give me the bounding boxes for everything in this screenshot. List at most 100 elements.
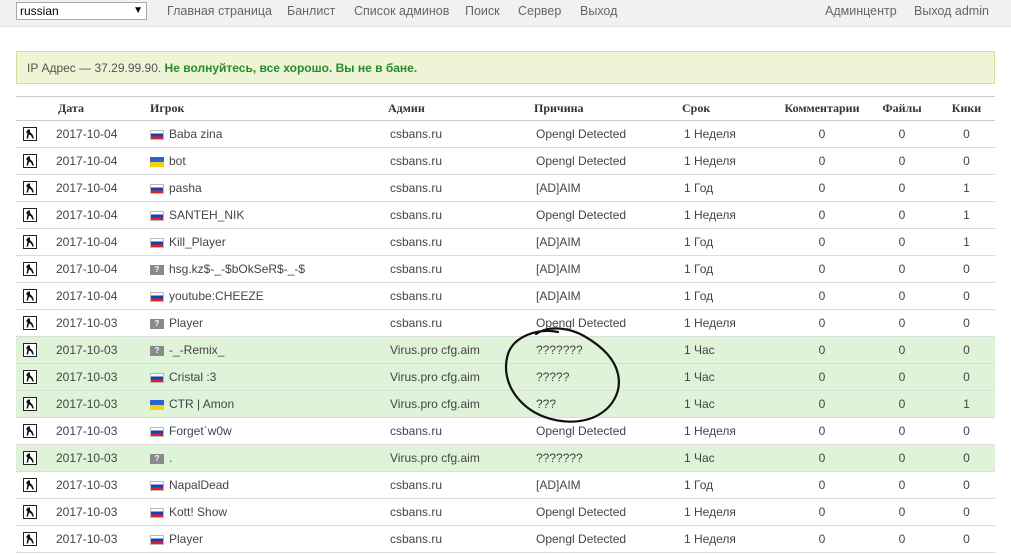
- cell-files: 0: [866, 390, 938, 418]
- nav-link-search[interactable]: Поиск: [465, 4, 500, 18]
- header-comments[interactable]: Комментарии: [778, 96, 866, 121]
- cell-date: 2017-10-03: [54, 471, 150, 499]
- cell-files-text: 0: [898, 208, 906, 222]
- cell-date-text: 2017-10-03: [56, 397, 118, 411]
- cell-comments: 0: [778, 363, 866, 391]
- header-files[interactable]: Файлы: [866, 96, 938, 121]
- cell-files: 0: [866, 417, 938, 445]
- table-row[interactable]: 2017-10-04 SANTEH_NIK csbans.ru Opengl Dete…: [16, 201, 995, 229]
- cell-date: 2017-10-04: [54, 282, 150, 310]
- cell-date: 2017-10-04: [54, 255, 150, 283]
- nav-link-banlist[interactable]: Банлист: [287, 4, 335, 18]
- cell-files: 0: [866, 525, 938, 553]
- cell-player-text: CTR | Amon: [169, 397, 235, 411]
- cell-files: 0: [866, 228, 938, 256]
- counter-strike-icon: [23, 208, 37, 223]
- table-row[interactable]: 2017-10-03?. Virus.pro cfg.aim??????? 1 Ча…: [16, 444, 995, 472]
- header-term[interactable]: Срок: [682, 96, 778, 121]
- table-row[interactable]: 2017-10-04 bot csbans.ru Opengl Detected 1 Н…: [16, 147, 995, 175]
- header-date[interactable]: Дата: [54, 96, 150, 121]
- cell-admin-text: csbans.ru: [390, 181, 443, 195]
- cell-player-text: NapalDead: [169, 478, 230, 492]
- cell-kicks: 1: [938, 228, 995, 256]
- cell-comments: 0: [778, 309, 866, 337]
- nav-link-admincenter[interactable]: Админцентр: [825, 4, 897, 18]
- cell-player-text: Forget`w0w: [169, 424, 232, 438]
- cell-reason: [AD]AIM: [534, 228, 682, 256]
- table-row[interactable]: 2017-10-04 Baba zina csbans.ru Opengl Detec…: [16, 120, 995, 148]
- cell-date: 2017-10-03: [54, 498, 150, 526]
- table-row[interactable]: 2017-10-04 youtube:CHEEZE csbans.ru [AD]AIM…: [16, 282, 995, 310]
- table-row[interactable]: 2017-10-03 Player csbans.ru Opengl Detected…: [16, 525, 995, 553]
- cell-kicks-text: 0: [963, 478, 970, 492]
- header-kicks[interactable]: Кики: [938, 96, 995, 121]
- counter-strike-icon: [23, 262, 37, 277]
- nav-link-home[interactable]: Главная страница: [167, 4, 272, 18]
- top-navbar: russian ▼ Главная страница Банлист Списо…: [0, 0, 1011, 27]
- flag-unknown-icon: ?: [150, 264, 164, 275]
- cell-player-text: bot: [169, 154, 186, 168]
- nav-link-server[interactable]: Сервер: [518, 4, 561, 18]
- table-row[interactable]: 2017-10-03 Kott! Show csbans.ru Opengl Dete…: [16, 498, 995, 526]
- cell-date: 2017-10-04: [54, 147, 150, 175]
- cell-kicks: 0: [938, 363, 995, 391]
- cell-admin: csbans.ru: [388, 228, 534, 256]
- cell-kicks: 0: [938, 282, 995, 310]
- cell-kicks: 1: [938, 390, 995, 418]
- cell-files-text: 0: [898, 505, 906, 519]
- cell-comments-text: 0: [818, 397, 826, 411]
- cell-date-text: 2017-10-04: [56, 208, 118, 222]
- cell-reason-text: Opengl Detected: [536, 127, 627, 141]
- cell-player: ? -_-Remix_: [150, 336, 388, 364]
- cell-player-text: hsg.kz$-_-$bOkSeR$-_-$: [169, 262, 306, 276]
- cell-term: 1 Неделя: [682, 147, 778, 175]
- counter-strike-icon: [23, 370, 37, 385]
- cell-files-text: 0: [898, 127, 906, 141]
- cell-date: 2017-10-04: [54, 201, 150, 229]
- cell-reason-text: ???????: [536, 451, 583, 465]
- nav-link-logout[interactable]: Выход: [580, 4, 617, 18]
- cell-date: 2017-10-04: [54, 228, 150, 256]
- flag-russia-icon: [150, 210, 164, 221]
- cell-term-text: 1 Час: [684, 451, 715, 465]
- language-select-value: russian: [20, 4, 59, 18]
- cell-date-text: 2017-10-03: [56, 424, 118, 438]
- counter-strike-icon: [23, 532, 37, 547]
- table-row[interactable]: 2017-10-04 pasha csbans.ru [AD]AIM 1 Год 0 0 1: [16, 174, 995, 202]
- cell-files-text: 0: [898, 424, 906, 438]
- cell-date-text: 2017-10-03: [56, 478, 118, 492]
- cell-date-text: 2017-10-03: [56, 316, 118, 330]
- cell-admin-text: csbans.ru: [390, 235, 443, 249]
- language-select[interactable]: russian ▼: [16, 2, 147, 20]
- table-row[interactable]: 2017-10-04 Kill_Player csbans.ru [AD]AIM 1 Г…: [16, 228, 995, 256]
- cell-date-text: 2017-10-03: [56, 370, 118, 384]
- cell-term-text: 1 Год: [684, 262, 714, 276]
- table-row[interactable]: 2017-10-04? hsg.kz$-_-$bOkSeR$-_-$ csbans.…: [16, 255, 995, 283]
- header-reason[interactable]: Причина: [534, 96, 682, 121]
- cell-player: Player: [150, 525, 388, 553]
- cell-admin-text: csbans.ru: [390, 262, 443, 276]
- cell-kicks-text: 0: [963, 262, 970, 276]
- cell-term-text: 1 Неделя: [684, 154, 736, 168]
- cell-player-text: Kill_Player: [169, 235, 226, 249]
- cell-kicks-text: 1: [963, 208, 970, 222]
- cell-reason-text: [AD]AIM: [536, 478, 581, 492]
- cell-kicks-text: 0: [963, 289, 970, 303]
- header-player[interactable]: Игрок: [150, 96, 388, 121]
- cell-files-text: 0: [898, 154, 906, 168]
- cell-reason-text: Opengl Detected: [536, 154, 627, 168]
- flag-russia-icon: [150, 534, 164, 545]
- counter-strike-icon: [23, 424, 37, 439]
- nav-link-logout-admin[interactable]: Выход admin: [914, 4, 989, 18]
- cell-date: 2017-10-03: [54, 309, 150, 337]
- cell-comments-text: 0: [818, 370, 826, 384]
- cell-comments-text: 0: [818, 154, 826, 168]
- flag-russia-icon: [150, 426, 164, 437]
- header-admin[interactable]: Админ: [388, 96, 534, 121]
- cell-kicks-text: 0: [963, 370, 970, 384]
- cell-files-text: 0: [898, 289, 906, 303]
- cell-files-text: 0: [898, 181, 906, 195]
- nav-link-admins[interactable]: Список админов: [354, 4, 449, 18]
- table-row[interactable]: 2017-10-03 NapalDead csbans.ru [AD]AIM 1 Год…: [16, 471, 995, 499]
- cell-player: Forget`w0w: [150, 417, 388, 445]
